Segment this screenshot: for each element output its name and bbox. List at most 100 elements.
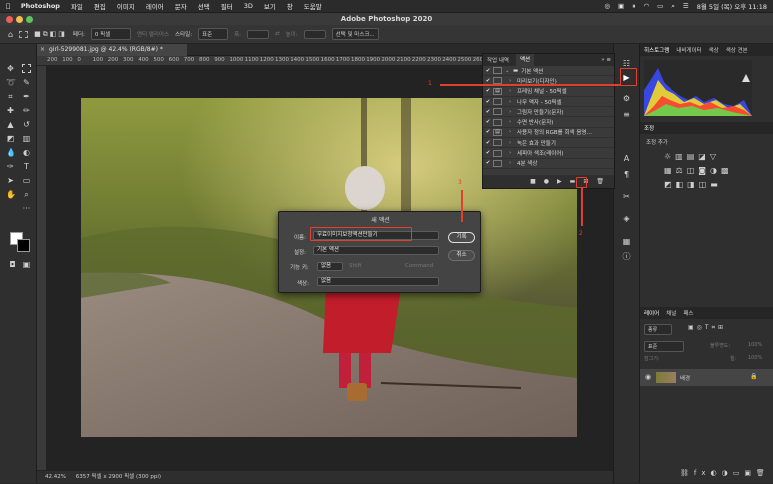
expand-arrow-icon[interactable]: ›: [509, 160, 517, 166]
minimize-window-button[interactable]: [16, 16, 23, 23]
style-select[interactable]: 표준: [198, 28, 229, 40]
action-row[interactable]: ✔ ▤ › 사용자 정의 RGB를 회색 음영…: [483, 128, 614, 139]
menu-select[interactable]: 선택: [198, 1, 210, 11]
battery-icon[interactable]: ▭: [657, 2, 663, 10]
cancel-button[interactable]: 취소: [448, 250, 475, 261]
command-checkbox[interactable]: Command: [405, 263, 433, 269]
check-icon[interactable]: ✔: [483, 109, 493, 115]
clock[interactable]: 8월 5일 (목) 오후 11:18: [697, 1, 767, 11]
stop-icon[interactable]: ■: [530, 178, 536, 185]
set-select[interactable]: 기본 액션: [313, 246, 439, 255]
history-panel-icon[interactable]: ☷: [622, 59, 631, 68]
dialog-toggle-icon[interactable]: [493, 159, 502, 167]
dialog-toggle-icon[interactable]: [493, 149, 502, 157]
brush-tool-icon[interactable]: ✏: [22, 106, 31, 115]
paragraph-panel-icon[interactable]: ¶: [622, 170, 631, 179]
layer-filter-select[interactable]: 종류: [644, 324, 672, 335]
adjustments-panel-icon[interactable]: ≡: [622, 110, 631, 119]
function-key-select[interactable]: 없음: [317, 262, 343, 271]
expand-arrow-icon[interactable]: ›: [509, 99, 517, 105]
zoom-level[interactable]: 42.42%: [45, 474, 66, 480]
pen-tool-icon[interactable]: ✑: [6, 162, 15, 171]
select-and-mask-button[interactable]: 선택 및 마스크...: [331, 28, 379, 40]
hand-tool-icon[interactable]: ✋: [6, 190, 16, 199]
blur-tool-icon[interactable]: 💧: [6, 148, 16, 157]
tab-close-icon[interactable]: ×: [40, 44, 45, 56]
action-row[interactable]: ✔ › 녹은 효과 만들기: [483, 138, 614, 149]
apple-icon[interactable]: : [6, 2, 10, 10]
wifi-icon[interactable]: ◠: [643, 2, 649, 10]
delete-icon[interactable]: 🗑: [596, 178, 604, 185]
menu-filter[interactable]: 필터: [221, 1, 233, 11]
path-select-icon[interactable]: ➤: [6, 176, 15, 185]
shift-checkbox[interactable]: Shift: [349, 263, 362, 269]
blend-mode-select[interactable]: 표준: [644, 341, 684, 352]
width-input[interactable]: [246, 29, 269, 39]
expand-arrow-icon[interactable]: ›: [509, 119, 517, 125]
expand-arrow-icon[interactable]: ⌄: [505, 68, 513, 74]
menu-edit[interactable]: 편집: [94, 1, 106, 11]
app-menu[interactable]: Photoshop: [21, 2, 60, 10]
gradient-tool-icon[interactable]: ▥: [22, 134, 31, 143]
visibility-eye-icon[interactable]: ◉: [645, 373, 651, 381]
dialog-toggle-icon[interactable]: [493, 118, 502, 126]
lasso-tool-icon[interactable]: ➰: [6, 78, 16, 87]
menu-file[interactable]: 파일: [71, 1, 83, 11]
more-tools-icon[interactable]: ···: [22, 204, 31, 213]
tab-color[interactable]: 색상: [709, 46, 719, 54]
rectangle-tool-icon[interactable]: ▭: [22, 176, 31, 185]
antialias-checkbox[interactable]: 앤티 앨리어스: [137, 30, 169, 38]
panel-menu-icon[interactable]: » ≡: [601, 57, 614, 63]
action-row[interactable]: ✔ › 나무 액자 - 50픽셀: [483, 97, 614, 108]
tab-swatches[interactable]: 색상 견본: [726, 46, 748, 54]
document-tab[interactable]: girl-5299081.jpg @ 42.4% (RGB/8#) *: [37, 44, 187, 56]
feather-input[interactable]: 0 픽셀: [90, 28, 131, 40]
tab-adjustments[interactable]: 조정: [644, 124, 654, 132]
crop-tool-icon[interactable]: ⌗: [6, 92, 15, 101]
dialog-toggle-icon[interactable]: [493, 108, 502, 116]
healing-brush-icon[interactable]: ✚: [6, 106, 15, 115]
tab-channels[interactable]: 채널: [666, 309, 676, 317]
action-set-row[interactable]: ✔ ⌄ ▬ 기본 액션: [483, 66, 614, 77]
type-tool-icon[interactable]: T: [22, 162, 31, 171]
menu-window[interactable]: 창: [287, 1, 293, 11]
marquee-preset-icon[interactable]: [19, 30, 29, 38]
expand-arrow-icon[interactable]: ›: [509, 150, 517, 156]
dialog-toggle-icon[interactable]: [493, 67, 502, 75]
clone-source-icon[interactable]: ◈: [622, 214, 631, 223]
stamp-tool-icon[interactable]: ▲: [6, 120, 15, 129]
properties-panel-icon[interactable]: ⚙: [622, 94, 631, 103]
tool-presets-icon[interactable]: ✂: [622, 192, 631, 201]
check-icon[interactable]: ✔: [483, 88, 493, 94]
zoom-window-button[interactable]: [26, 16, 33, 23]
dodge-tool-icon[interactable]: ◐: [22, 148, 31, 157]
adjustment-icons[interactable]: ☼▥▤◪▽ ▦⚖◫◙◑▩ ◩◧◨◫▬: [664, 150, 764, 192]
layer-footer-icons[interactable]: ⛓fx◐◑▭▣🗑: [680, 469, 770, 477]
pause-icon[interactable]: ⏸: [632, 2, 635, 11]
record-icon[interactable]: ●: [544, 178, 549, 185]
menu-extra-icon[interactable]: ▣: [618, 2, 624, 10]
action-row[interactable]: ✔ › 4분 색상: [483, 159, 614, 169]
action-row[interactable]: ✔ › 그림자 만들기(문자): [483, 107, 614, 118]
action-row[interactable]: ✔ › 세피아 색조(레이어): [483, 148, 614, 159]
menu-type[interactable]: 문자: [175, 1, 187, 11]
opacity-value[interactable]: 100%: [748, 342, 762, 348]
menu-view[interactable]: 보기: [264, 1, 276, 11]
swap-icon[interactable]: ⇄: [275, 31, 280, 37]
check-icon[interactable]: ✔: [483, 150, 493, 156]
background-color-swatch[interactable]: [17, 239, 30, 252]
move-tool-icon[interactable]: ✥: [6, 64, 15, 73]
check-icon[interactable]: ✔: [483, 99, 493, 105]
dialog-toggle-icon[interactable]: [493, 98, 502, 106]
expand-arrow-icon[interactable]: ›: [509, 140, 517, 146]
eyedropper-tool-icon[interactable]: ✒: [22, 92, 31, 101]
quick-select-tool-icon[interactable]: ✎: [22, 78, 31, 87]
color-select[interactable]: 없음: [317, 277, 439, 286]
close-window-button[interactable]: [6, 16, 13, 23]
home-icon[interactable]: ⌂: [8, 30, 13, 39]
menu-image[interactable]: 이미지: [117, 1, 135, 11]
tab-navigator[interactable]: 내비게이터: [676, 46, 701, 54]
action-row[interactable]: ✔ › 수면 반사(문자): [483, 117, 614, 128]
dialog-toggle-icon[interactable]: [493, 139, 502, 147]
screen-mode-icon[interactable]: ▣: [22, 260, 31, 269]
